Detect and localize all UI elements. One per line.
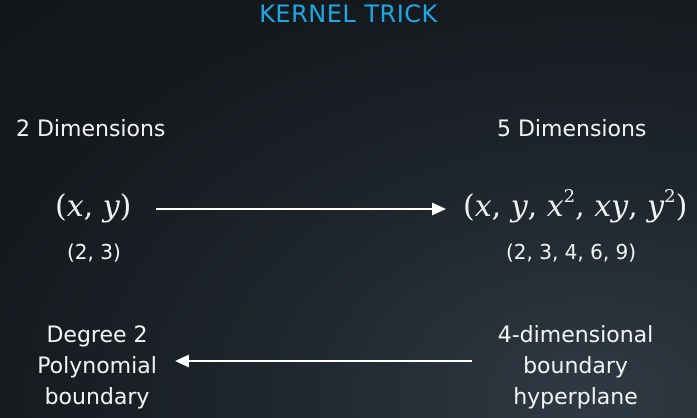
left-arrow xyxy=(175,354,472,368)
arrows-layer xyxy=(156,202,472,368)
right-arrow xyxy=(156,202,446,216)
